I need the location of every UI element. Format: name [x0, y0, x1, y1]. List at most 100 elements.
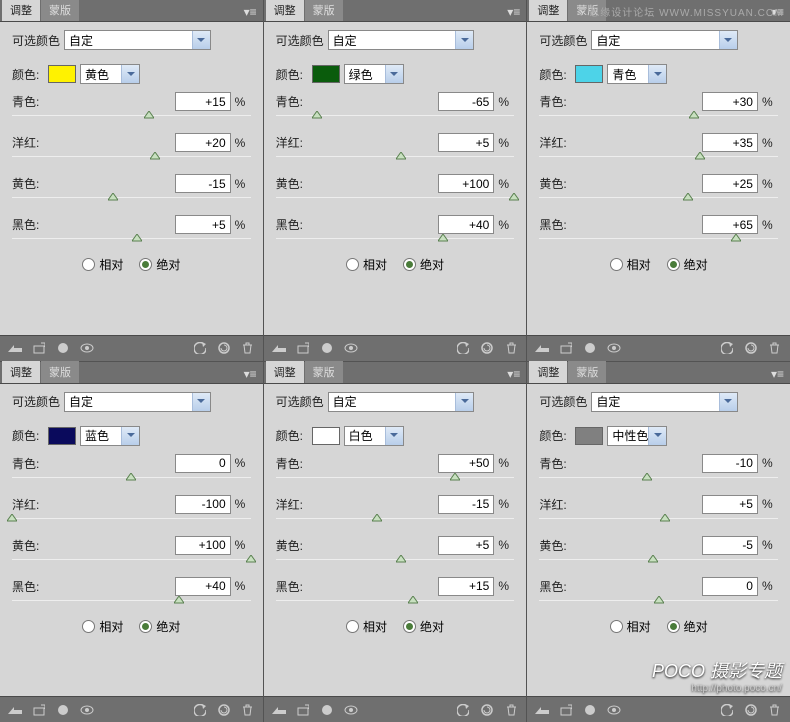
- black-input[interactable]: [175, 215, 231, 234]
- prev-icon[interactable]: [191, 701, 209, 719]
- tab-adjust[interactable]: 调整: [266, 361, 304, 383]
- expand-icon[interactable]: [557, 701, 575, 719]
- black-input[interactable]: [438, 215, 494, 234]
- radio-relative[interactable]: 相对: [610, 256, 651, 273]
- prev-icon[interactable]: [454, 701, 472, 719]
- reset-icon[interactable]: [215, 701, 233, 719]
- black-slider[interactable]: [12, 598, 251, 610]
- magenta-input[interactable]: [702, 133, 758, 152]
- magenta-input[interactable]: [702, 495, 758, 514]
- radio-absolute[interactable]: 绝对: [403, 256, 444, 273]
- prev-icon[interactable]: [454, 339, 472, 357]
- back-icon[interactable]: [270, 339, 288, 357]
- radio-relative[interactable]: 相对: [82, 618, 123, 635]
- layer-icon[interactable]: [318, 701, 336, 719]
- trash-icon[interactable]: [766, 339, 784, 357]
- magenta-slider[interactable]: [12, 516, 251, 528]
- eye-icon[interactable]: [342, 701, 360, 719]
- color-select[interactable]: 蓝色: [80, 426, 140, 446]
- cyan-slider[interactable]: [539, 113, 778, 125]
- black-slider[interactable]: [539, 236, 778, 248]
- tab-mask[interactable]: 蒙版: [41, 0, 79, 21]
- layer-icon[interactable]: [581, 339, 599, 357]
- expand-icon[interactable]: [557, 339, 575, 357]
- expand-icon[interactable]: [30, 701, 48, 719]
- reset-icon[interactable]: [478, 701, 496, 719]
- radio-relative[interactable]: 相对: [346, 256, 387, 273]
- trash-icon[interactable]: [502, 339, 520, 357]
- layer-icon[interactable]: [318, 339, 336, 357]
- black-input[interactable]: [702, 577, 758, 596]
- tab-adjust[interactable]: 调整: [2, 0, 40, 21]
- yellow-input[interactable]: [702, 174, 758, 193]
- black-slider[interactable]: [12, 236, 251, 248]
- tab-adjust[interactable]: 调整: [2, 361, 40, 383]
- expand-icon[interactable]: [30, 339, 48, 357]
- prev-icon[interactable]: [191, 339, 209, 357]
- cyan-input[interactable]: [175, 454, 231, 473]
- black-input[interactable]: [175, 577, 231, 596]
- color-select[interactable]: 黄色: [80, 64, 140, 84]
- eye-icon[interactable]: [605, 339, 623, 357]
- yellow-input[interactable]: [438, 174, 494, 193]
- yellow-input[interactable]: [175, 536, 231, 555]
- cyan-slider[interactable]: [539, 475, 778, 487]
- black-input[interactable]: [702, 215, 758, 234]
- color-select[interactable]: 白色: [344, 426, 404, 446]
- preset-select[interactable]: 自定: [64, 392, 211, 412]
- back-icon[interactable]: [6, 339, 24, 357]
- back-icon[interactable]: [270, 701, 288, 719]
- magenta-slider[interactable]: [276, 516, 515, 528]
- magenta-input[interactable]: [438, 133, 494, 152]
- trash-icon[interactable]: [766, 701, 784, 719]
- radio-absolute[interactable]: 绝对: [667, 618, 708, 635]
- yellow-slider[interactable]: [12, 557, 251, 569]
- color-select[interactable]: 绿色: [344, 64, 404, 84]
- yellow-slider[interactable]: [276, 195, 515, 207]
- cyan-slider[interactable]: [276, 475, 515, 487]
- preset-select[interactable]: 自定: [591, 392, 738, 412]
- layer-icon[interactable]: [54, 701, 72, 719]
- radio-absolute[interactable]: 绝对: [139, 618, 180, 635]
- preset-select[interactable]: 自定: [328, 392, 475, 412]
- tab-mask[interactable]: 蒙版: [305, 0, 343, 21]
- magenta-slider[interactable]: [12, 154, 251, 166]
- black-input[interactable]: [438, 577, 494, 596]
- black-slider[interactable]: [276, 598, 515, 610]
- black-slider[interactable]: [539, 598, 778, 610]
- yellow-slider[interactable]: [12, 195, 251, 207]
- cyan-input[interactable]: [702, 92, 758, 111]
- prev-icon[interactable]: [718, 701, 736, 719]
- cyan-input[interactable]: [702, 454, 758, 473]
- panel-menu-icon[interactable]: ▾≡: [238, 365, 263, 383]
- eye-icon[interactable]: [78, 701, 96, 719]
- panel-menu-icon[interactable]: ▾≡: [238, 3, 263, 21]
- tab-adjust[interactable]: 调整: [266, 0, 304, 21]
- eye-icon[interactable]: [605, 701, 623, 719]
- panel-menu-icon[interactable]: ▾≡: [501, 365, 526, 383]
- magenta-input[interactable]: [175, 133, 231, 152]
- prev-icon[interactable]: [718, 339, 736, 357]
- yellow-slider[interactable]: [539, 557, 778, 569]
- expand-icon[interactable]: [294, 701, 312, 719]
- eye-icon[interactable]: [78, 339, 96, 357]
- reset-icon[interactable]: [215, 339, 233, 357]
- yellow-input[interactable]: [175, 174, 231, 193]
- cyan-input[interactable]: [438, 454, 494, 473]
- radio-relative[interactable]: 相对: [82, 256, 123, 273]
- cyan-input[interactable]: [175, 92, 231, 111]
- preset-select[interactable]: 自定: [64, 30, 211, 50]
- reset-icon[interactable]: [478, 339, 496, 357]
- radio-relative[interactable]: 相对: [346, 618, 387, 635]
- layer-icon[interactable]: [54, 339, 72, 357]
- preset-select[interactable]: 自定: [328, 30, 475, 50]
- back-icon[interactable]: [6, 701, 24, 719]
- layer-icon[interactable]: [581, 701, 599, 719]
- back-icon[interactable]: [533, 701, 551, 719]
- magenta-input[interactable]: [175, 495, 231, 514]
- eye-icon[interactable]: [342, 339, 360, 357]
- black-slider[interactable]: [276, 236, 515, 248]
- yellow-input[interactable]: [438, 536, 494, 555]
- tab-adjust[interactable]: 调整: [529, 0, 567, 21]
- back-icon[interactable]: [533, 339, 551, 357]
